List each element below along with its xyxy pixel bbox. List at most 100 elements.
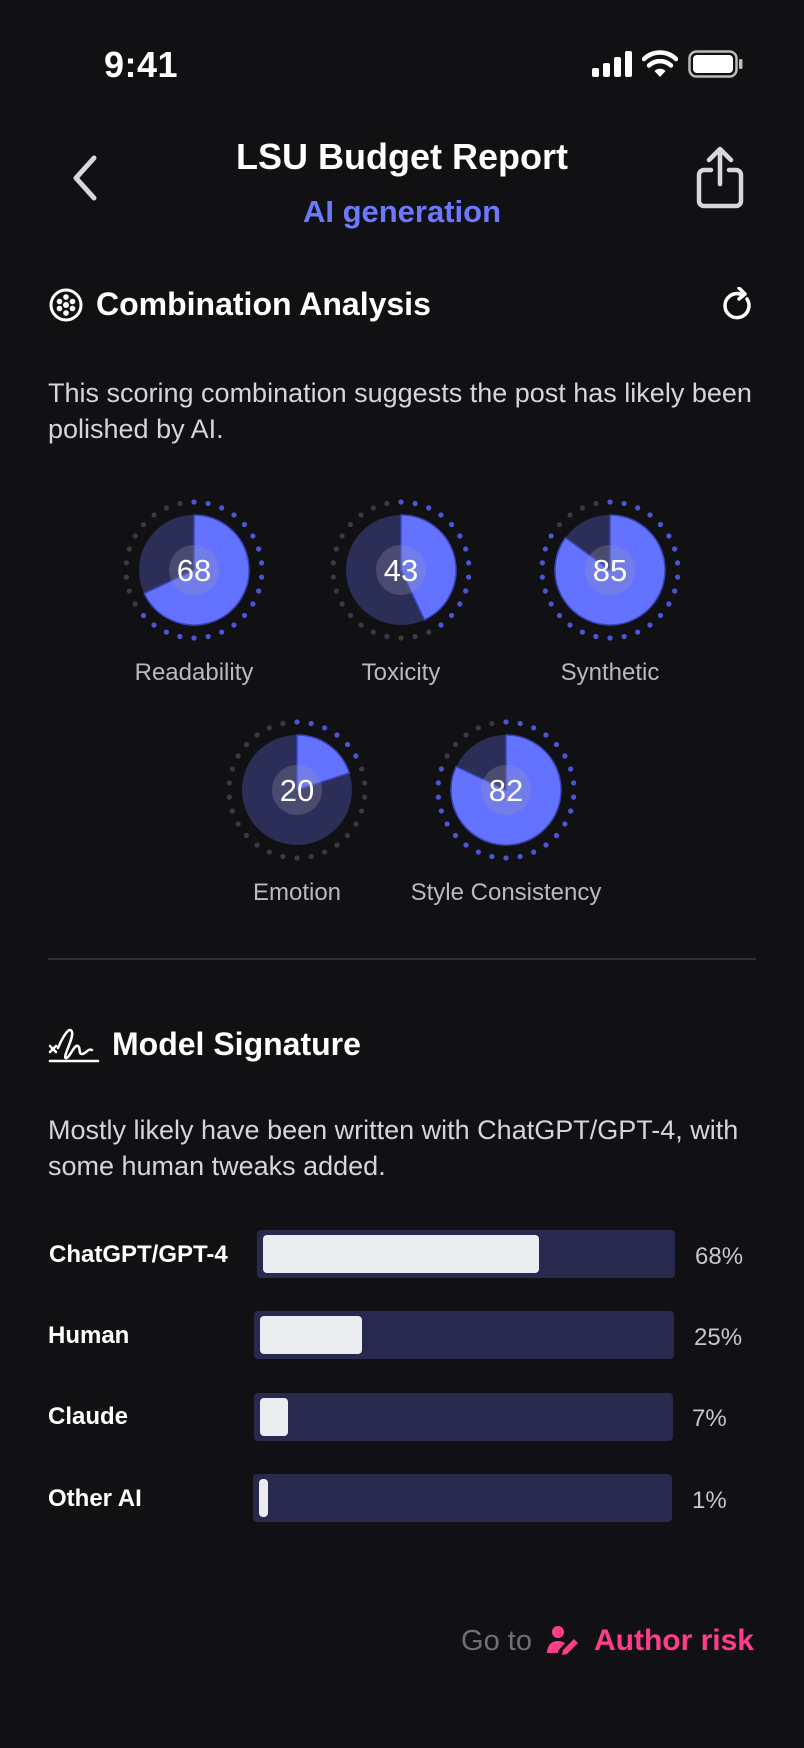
- gauge-tick: [250, 533, 256, 539]
- gauge-tick: [259, 574, 265, 580]
- gauge-tick: [254, 732, 260, 738]
- gauge-tick: [593, 500, 599, 507]
- gauge-tick: [322, 725, 328, 731]
- gauge-tick: [235, 821, 241, 827]
- gauge-tick: [571, 780, 577, 786]
- gauge-tick: [205, 633, 211, 640]
- gauge-tick: [635, 505, 641, 511]
- gauge-tick: [280, 853, 286, 860]
- gauge-value-text: 85: [593, 553, 627, 588]
- gauge-tick: [358, 512, 364, 518]
- gauge-tick: [426, 629, 432, 635]
- refresh-button[interactable]: [720, 286, 754, 328]
- gauge-tick: [231, 622, 237, 628]
- gauge-tick: [353, 753, 359, 759]
- gauge-tick: [556, 521, 563, 528]
- gauge-tick: [607, 635, 613, 641]
- bar-label: Human: [48, 1322, 130, 1349]
- user-edit-icon: [546, 1626, 578, 1655]
- gauge-tick: [126, 588, 132, 594]
- footer-nav: Go to Author risk: [461, 1624, 754, 1658]
- gauge-tick: [444, 821, 450, 827]
- model-signature-description: Mostly likely have been written with Cha…: [48, 1115, 739, 1181]
- gauge-tick: [503, 855, 509, 861]
- bar-fill: [259, 1479, 268, 1517]
- gauge-tick: [362, 780, 368, 786]
- gauge-readability-chart: 68: [123, 499, 265, 641]
- gauge-tick: [457, 601, 463, 607]
- gauge-tick: [457, 533, 463, 539]
- gauge-tick: [607, 499, 613, 505]
- gauge-style-consistency-chart: 82: [435, 719, 577, 861]
- gauge-tick: [412, 633, 418, 640]
- gauge-tick: [475, 849, 481, 855]
- gauge-tick: [177, 633, 183, 640]
- gauge-tick: [666, 601, 672, 607]
- gauge-tick: [256, 546, 262, 552]
- gauge-tick: [151, 512, 157, 518]
- author-risk-label: Author risk: [593, 1624, 754, 1657]
- gauge-tick: [675, 574, 681, 580]
- bar-track: [257, 1230, 675, 1278]
- gauge-tick: [567, 512, 573, 518]
- model-signature-header: Model Signature: [48, 1024, 361, 1064]
- gauge-tick: [539, 574, 545, 580]
- battery-icon: [688, 50, 743, 78]
- gauge-tick: [126, 546, 132, 552]
- share-button[interactable]: [694, 146, 746, 210]
- gauge-tick: [438, 808, 444, 814]
- gauge-tick: [435, 794, 441, 800]
- gauge-tick: [438, 766, 444, 772]
- gauge-toxicity-chart: 43: [330, 499, 472, 641]
- gauge-tick: [666, 533, 672, 539]
- bar-fill: [263, 1235, 539, 1273]
- author-risk-link[interactable]: Author risk: [546, 1624, 754, 1658]
- gauge-tick: [543, 732, 549, 738]
- gauge-tick: [384, 633, 390, 640]
- page-subtitle: AI generation: [302, 194, 502, 229]
- bar-label: ChatGPT/GPT-4: [49, 1241, 228, 1268]
- signature-icon: [48, 1028, 100, 1063]
- gauge-tick: [132, 533, 138, 539]
- bar-percent: 1%: [692, 1487, 727, 1514]
- bar-percent: 25%: [694, 1324, 743, 1351]
- gauge-tick: [229, 808, 235, 814]
- gauge-tick: [362, 794, 368, 800]
- gauge-tick: [553, 741, 560, 748]
- goto-label: Go to: [461, 1624, 532, 1657]
- gauge-tick: [370, 505, 376, 511]
- gauge-tick: [330, 560, 336, 566]
- gauge-tick: [489, 853, 495, 860]
- gauge-tick: [452, 832, 459, 839]
- combination-description: This scoring combination suggests the po…: [48, 378, 752, 444]
- refresh-icon: [723, 286, 751, 320]
- combination-analysis-header: Combination Analysis: [48, 286, 431, 323]
- gauge-tick: [503, 719, 509, 725]
- gauge-tick: [435, 780, 441, 786]
- gauge-tick: [226, 794, 232, 800]
- gauge-tick: [330, 574, 336, 580]
- gauge-tick: [334, 732, 340, 738]
- gauge-tick: [132, 601, 138, 607]
- bar-percent: 68%: [695, 1243, 744, 1270]
- gauge-tick: [250, 601, 256, 607]
- gauge-label: Style Consistency: [410, 879, 602, 906]
- gauge-tick: [344, 741, 351, 748]
- gauge-tick: [191, 499, 197, 505]
- bar-percent: 7%: [692, 1405, 727, 1432]
- gauge-tick: [568, 766, 574, 772]
- section-divider: [48, 958, 756, 960]
- gauge-tick: [280, 720, 286, 727]
- gauge-tick: [647, 512, 653, 518]
- gauge-tick: [243, 832, 250, 839]
- gauge-tick: [466, 574, 472, 580]
- gauge-tick: [593, 633, 599, 640]
- gauge-tick: [191, 635, 197, 641]
- gauge-tick: [579, 505, 585, 511]
- gauge-tick: [140, 521, 147, 528]
- gauge-tick: [657, 612, 664, 619]
- gauge-tick: [438, 512, 444, 518]
- share-icon: [696, 146, 744, 209]
- gauge-tick: [339, 601, 345, 607]
- gauge-tick: [359, 766, 365, 772]
